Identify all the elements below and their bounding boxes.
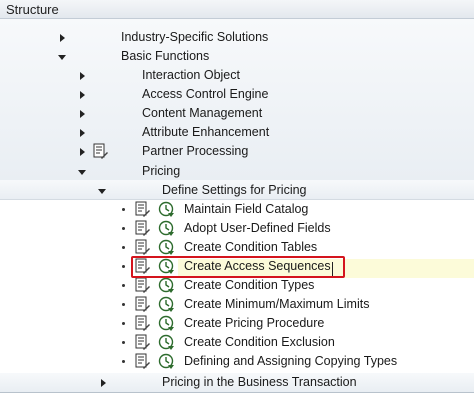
execute-clock-icon[interactable] — [158, 201, 175, 218]
activity-label: Create Condition Exclusion — [184, 335, 335, 349]
bullet-dot — [122, 341, 125, 344]
documentation-icon[interactable] — [134, 239, 151, 256]
activity-row[interactable]: Create Pricing Procedure — [0, 314, 474, 333]
activity-label: Maintain Field Catalog — [184, 202, 309, 216]
tree-node-pricing[interactable]: Pricing — [0, 162, 474, 181]
activity-row[interactable]: Maintain Field Catalog — [0, 200, 474, 219]
tree-node-access-control-engine[interactable]: Access Control Engine — [0, 85, 474, 104]
node-label: Attribute Enhancement — [142, 125, 270, 139]
expand-arrow-icon[interactable] — [80, 72, 85, 80]
bullet-dot — [122, 322, 125, 325]
bullet-dot — [122, 265, 125, 268]
execute-clock-icon[interactable] — [158, 220, 175, 237]
expand-arrow-icon[interactable] — [80, 110, 85, 118]
execute-clock-icon[interactable] — [158, 296, 175, 313]
activity-label: Defining and Assigning Copying Types — [184, 354, 398, 368]
node-label: Content Management — [142, 106, 263, 120]
documentation-icon[interactable] — [134, 220, 151, 237]
bullet-dot — [122, 360, 125, 363]
expand-arrow-icon[interactable] — [80, 91, 85, 99]
execute-clock-icon[interactable] — [158, 353, 175, 370]
bullet-dot — [122, 208, 125, 211]
documentation-icon[interactable] — [134, 296, 151, 313]
bullet-dot — [122, 284, 125, 287]
collapse-arrow-icon[interactable] — [78, 170, 86, 175]
tree-node-pricing-business-transaction[interactable]: Pricing in the Business Transaction — [0, 373, 474, 392]
tree-node-content-management[interactable]: Content Management — [0, 104, 474, 123]
documentation-icon[interactable] — [92, 143, 109, 160]
tree-node-define-settings[interactable]: Define Settings for Pricing — [0, 181, 474, 200]
node-label: Define Settings for Pricing — [162, 183, 307, 197]
activity-label: Create Minimum/Maximum Limits — [184, 297, 370, 311]
bullet-dot — [122, 303, 125, 306]
activity-label: Create Pricing Procedure — [184, 316, 325, 330]
structure-header: Structure — [0, 0, 474, 19]
node-label: Interaction Object — [142, 68, 240, 82]
tree-node-industry-specific[interactable]: Industry-Specific Solutions — [0, 28, 474, 47]
activity-row[interactable]: Defining and Assigning Copying Types — [0, 352, 474, 371]
highlight-box — [131, 256, 345, 278]
node-label: Access Control Engine — [142, 87, 269, 101]
structure-title: Structure — [6, 2, 59, 17]
activity-label: Create Condition Types — [184, 278, 315, 292]
collapse-arrow-icon[interactable] — [58, 55, 66, 60]
node-label: Partner Processing — [142, 144, 249, 158]
expand-arrow-icon[interactable] — [101, 379, 106, 387]
execute-clock-icon[interactable] — [158, 315, 175, 332]
execute-clock-icon[interactable] — [158, 277, 175, 294]
activity-row[interactable]: Create Condition Tables — [0, 238, 474, 257]
activity-row[interactable]: Create Minimum/Maximum Limits — [0, 295, 474, 314]
bottom-divider — [0, 392, 474, 393]
documentation-icon[interactable] — [134, 277, 151, 294]
documentation-icon[interactable] — [134, 315, 151, 332]
tree-node-attribute-enhancement[interactable]: Attribute Enhancement — [0, 123, 474, 142]
text-cursor — [332, 262, 333, 276]
documentation-icon[interactable] — [134, 334, 151, 351]
node-label: Industry-Specific Solutions — [121, 30, 269, 44]
execute-clock-icon[interactable] — [158, 239, 175, 256]
documentation-icon[interactable] — [134, 353, 151, 370]
node-label: Pricing in the Business Transaction — [162, 375, 357, 389]
tree-node-partner-processing[interactable]: Partner Processing — [0, 142, 474, 161]
collapse-arrow-icon[interactable] — [98, 189, 106, 194]
expand-arrow-icon[interactable] — [80, 129, 85, 137]
documentation-icon[interactable] — [134, 201, 151, 218]
activity-row[interactable]: Adopt User-Defined Fields — [0, 219, 474, 238]
activity-row[interactable]: Create Condition Exclusion — [0, 333, 474, 352]
execute-clock-icon[interactable] — [158, 334, 175, 351]
bullet-dot — [122, 246, 125, 249]
tree-node-interaction-object[interactable]: Interaction Object — [0, 66, 474, 85]
activity-row[interactable]: Create Condition Types — [0, 276, 474, 295]
node-label: Basic Functions — [121, 49, 210, 63]
tree-node-basic-functions[interactable]: Basic Functions — [0, 47, 474, 66]
node-label: Pricing — [142, 164, 181, 178]
bullet-dot — [122, 227, 125, 230]
expand-arrow-icon[interactable] — [80, 148, 85, 156]
activity-label: Adopt User-Defined Fields — [184, 221, 331, 235]
activity-label: Create Condition Tables — [184, 240, 318, 254]
expand-arrow-icon[interactable] — [60, 34, 65, 42]
